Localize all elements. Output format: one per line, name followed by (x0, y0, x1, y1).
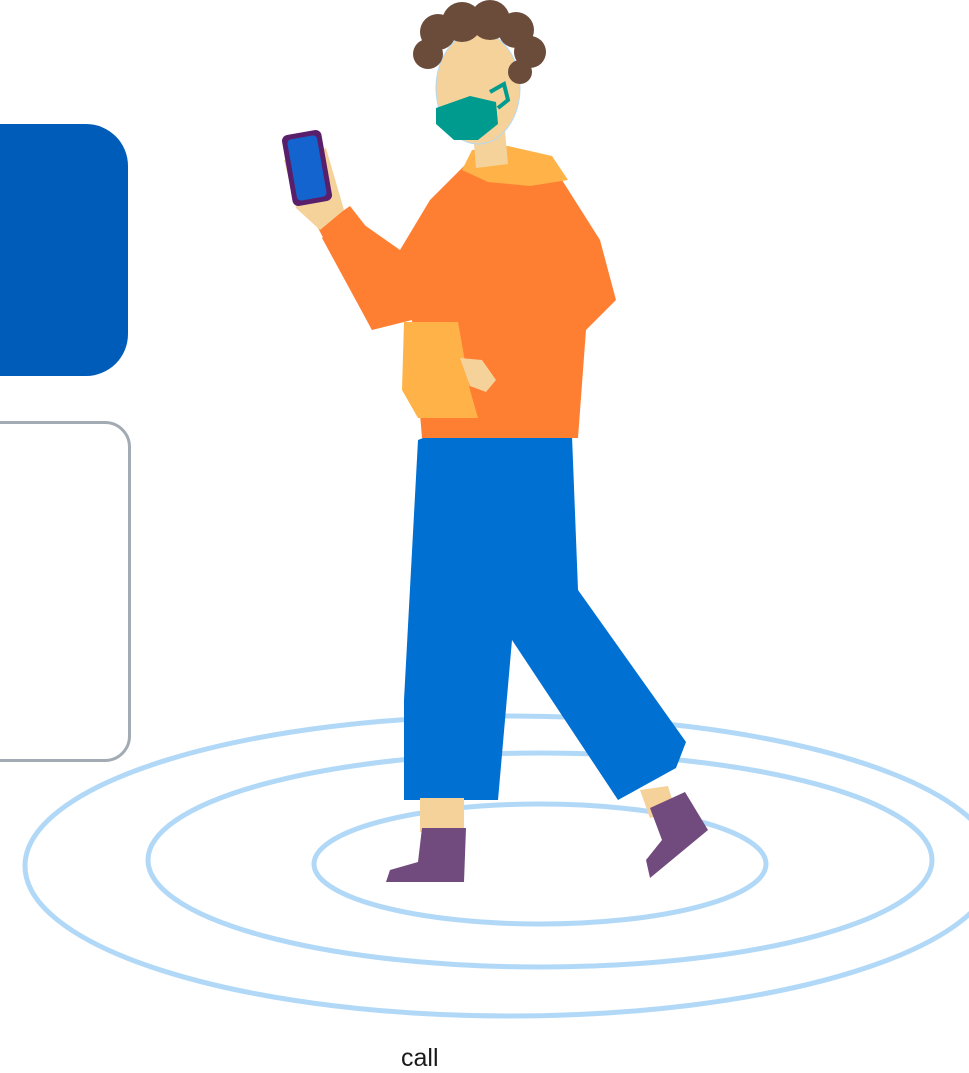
front-leg-skin (420, 798, 464, 832)
back-leg (640, 786, 708, 878)
pants (404, 436, 686, 800)
person-illustration (22, 0, 969, 1019)
front-shoe (386, 828, 466, 882)
info-card-text: call (401, 1044, 439, 1072)
middle-ring (145, 750, 935, 970)
